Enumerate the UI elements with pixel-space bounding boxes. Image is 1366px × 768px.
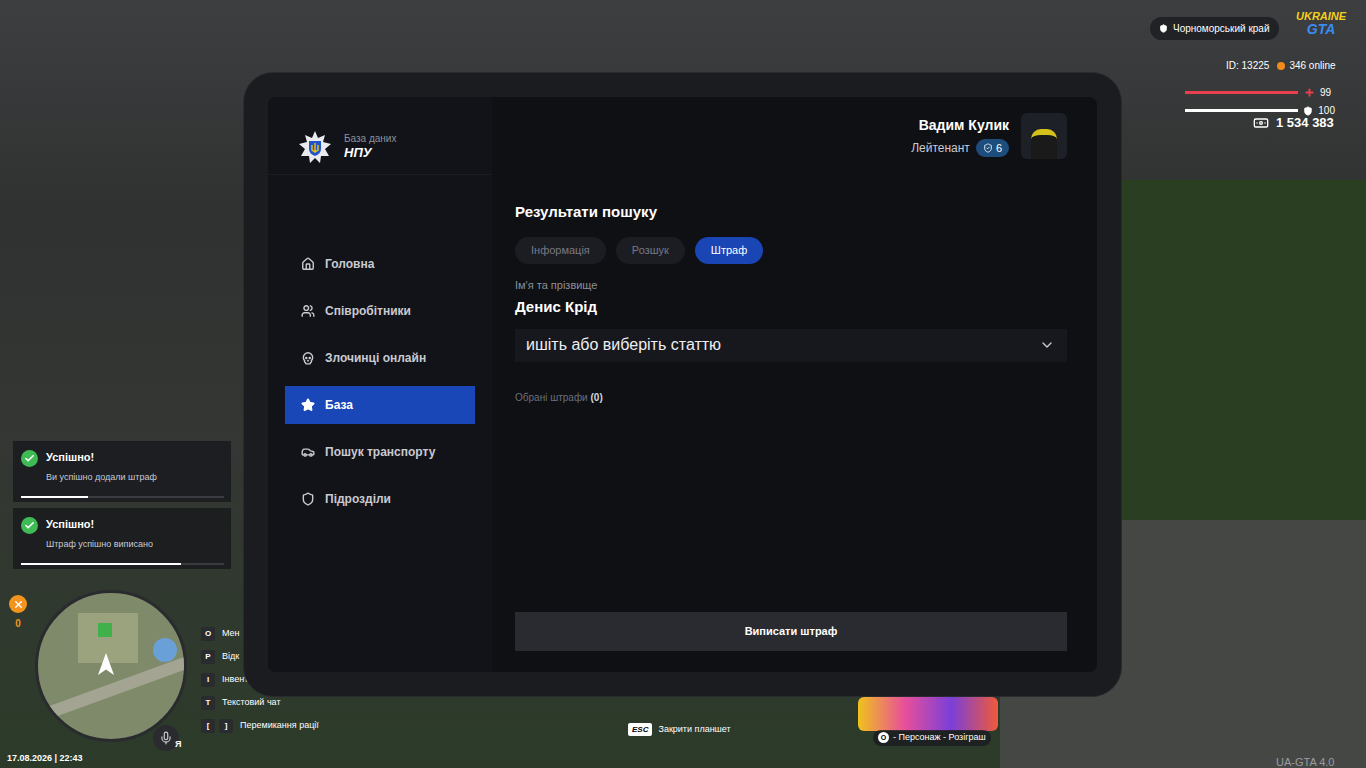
money-icon: [1253, 115, 1269, 131]
nav-icon: [301, 398, 315, 412]
key-hint: []Перемикання рації: [201, 719, 319, 733]
tablet-screen: База данихНПУ Головна Співробітники Злочинц…: [268, 97, 1097, 672]
nav-icon: [301, 304, 315, 318]
online-dot-icon: [1277, 62, 1285, 70]
npu-logo-icon: [298, 130, 332, 164]
user-rank: Лейтенант: [911, 139, 970, 157]
key-cap: O: [201, 627, 215, 641]
person-name: Денис Крід: [515, 296, 1067, 319]
user-header: Вадим Кулик Лейтенант 6: [515, 113, 1067, 159]
minimap[interactable]: [35, 590, 187, 742]
notification: Успішно!Штраф успішно виписано: [13, 508, 231, 569]
money: 1 534 383: [1253, 113, 1334, 133]
notification: Успішно!Ви успішно додали штраф: [13, 441, 231, 502]
coins: 0: [9, 595, 27, 631]
check-icon: [21, 517, 38, 534]
notification-progress: [21, 496, 224, 498]
key-cap: O: [878, 732, 889, 743]
promo-banner[interactable]: [858, 697, 998, 731]
check-icon: [21, 450, 38, 467]
chevron-down-icon: [1039, 337, 1055, 353]
voice-indicator: Я: [153, 725, 181, 751]
app-subtitle: База даних: [344, 133, 396, 146]
server-logo: UKRAINEGTA: [1296, 11, 1346, 36]
app-header: База данихНПУ: [268, 97, 492, 175]
level-icon: [983, 143, 993, 153]
tabs: Інформація Розшук Штраф: [515, 237, 1067, 264]
version: UA-GTA 4.0: [1276, 754, 1334, 768]
article-select[interactable]: ишіть або виберіть статтю: [515, 329, 1067, 362]
sidebar: База данихНПУ Головна Співробітники Злочинц…: [268, 97, 492, 672]
nav-icon: [301, 492, 315, 506]
tab[interactable]: Штраф: [695, 237, 763, 264]
close-hint: ESCЗакрити планшет: [628, 723, 731, 737]
app-title: НПУ: [344, 145, 396, 161]
sidebar-item[interactable]: Пошук транспорту: [285, 433, 475, 471]
armor-icon: [1303, 106, 1313, 116]
selected-fines: Обрані штрафи (0): [515, 390, 1067, 405]
key-cap: I: [201, 673, 215, 687]
sidebar-item[interactable]: Злочинці онлайн: [285, 339, 475, 377]
tablet: База данихНПУ Головна Співробітники Злочинц…: [243, 72, 1122, 697]
key-hint: TТекстовий чат: [201, 696, 319, 710]
notification-progress: [21, 563, 224, 565]
nav-icon: [301, 445, 315, 459]
datetime: 17.08.2026 | 22:43: [7, 752, 83, 766]
content: Вадим Кулик Лейтенант 6 Результати пошуку Ін…: [492, 97, 1097, 672]
health-icon: [1304, 87, 1315, 98]
coin-icon: [9, 595, 27, 613]
name-label: Ім'я та прізвище: [515, 277, 1067, 294]
nav-icon: [301, 351, 315, 365]
notifications: Успішно!Ви успішно додали штрафУспішно!Ш…: [13, 441, 231, 569]
nav-icon: [301, 257, 315, 271]
key-cap: ESC: [628, 723, 652, 736]
results-title: Результати пошуку: [515, 201, 1067, 224]
region-icon: [1159, 24, 1168, 33]
tab[interactable]: Розшук: [616, 237, 685, 264]
tab[interactable]: Інформація: [515, 237, 606, 264]
status-bars: 99100: [1185, 85, 1335, 118]
key-cap: ]: [219, 719, 233, 733]
game-screen: Чорноморський край UKRAINEGTA ID: 13225346…: [0, 0, 1366, 768]
user-name: Вадим Кулик: [919, 115, 1009, 136]
submit-fine-button[interactable]: Виписати штраф: [515, 612, 1067, 651]
key-cap: [: [201, 719, 215, 733]
sidebar-nav: Головна Співробітники Злочинці онлайн База П…: [268, 175, 492, 518]
promo-hint: O- Персонаж - Розіграш: [873, 730, 991, 746]
game-scene: [1120, 180, 1366, 560]
region-pill: Чорноморський край: [1150, 17, 1279, 40]
sidebar-item[interactable]: База: [285, 386, 475, 424]
sidebar-item[interactable]: Співробітники: [285, 292, 475, 330]
health-bar: 99: [1185, 85, 1335, 100]
sidebar-item[interactable]: Підрозділи: [285, 480, 475, 518]
user-level-badge: 6: [976, 139, 1009, 158]
player-info: ID: 13225346 online: [1226, 58, 1336, 73]
sidebar-item[interactable]: Головна: [285, 245, 475, 283]
key-cap: T: [201, 696, 215, 710]
key-cap: P: [201, 650, 215, 664]
user-avatar: [1021, 113, 1067, 159]
